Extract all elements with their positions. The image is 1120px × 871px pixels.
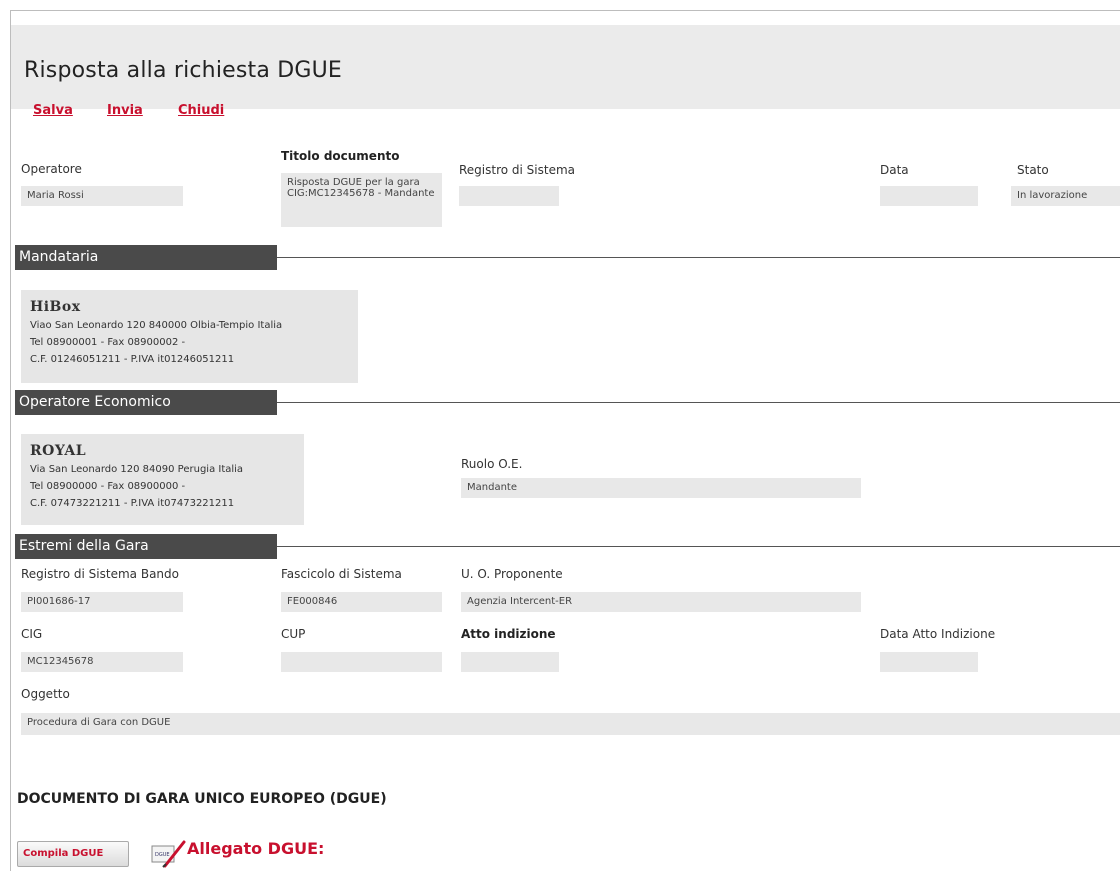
cig-label: CIG bbox=[21, 627, 43, 641]
titolo-documento-label: Titolo documento bbox=[281, 149, 400, 163]
oggetto-field: Procedura di Gara con DGUE bbox=[21, 713, 1120, 735]
registro-sistema-label: Registro di Sistema bbox=[459, 163, 576, 177]
operatore-economico-address: Via San Leonardo 120 84090 Perugia Itali… bbox=[30, 464, 244, 475]
operatore-field: Maria Rossi bbox=[21, 186, 183, 206]
registro-sistema-field bbox=[459, 186, 559, 206]
save-link[interactable]: Salva bbox=[33, 103, 73, 118]
mandataria-logo: HiBox bbox=[30, 299, 81, 315]
page-title: Risposta alla richiesta DGUE bbox=[24, 58, 343, 83]
stato-field: In lavorazione bbox=[1011, 186, 1120, 206]
mandataria-fiscal: C.F. 01246051211 - P.IVA it01246051211 bbox=[30, 354, 235, 365]
section-operatore-economico-header: Operatore Economico bbox=[15, 390, 277, 415]
data-atto-indizione-label: Data Atto Indizione bbox=[880, 627, 996, 641]
dgue-section-title: DOCUMENTO DI GARA UNICO EUROPEO (DGUE) bbox=[17, 791, 387, 807]
oggetto-label: Oggetto bbox=[21, 687, 70, 701]
mandataria-phone: Tel 08900001 - Fax 08900002 - bbox=[30, 337, 186, 348]
compila-dgue-button[interactable]: Compila DGUE bbox=[17, 841, 129, 867]
mandataria-card: HiBox Viao San Leonardo 120 840000 Olbia… bbox=[21, 290, 358, 383]
registro-bando-field: PI001686-17 bbox=[21, 592, 183, 612]
data-label: Data bbox=[880, 163, 909, 177]
svg-text:DGUE: DGUE bbox=[155, 852, 170, 858]
operatore-economico-phone: Tel 08900000 - Fax 08900000 - bbox=[30, 481, 186, 492]
section-divider bbox=[277, 257, 1120, 258]
allegato-dgue-label: Allegato DGUE: bbox=[187, 839, 325, 858]
section-mandataria-header: Mandataria bbox=[15, 245, 277, 270]
close-link[interactable]: Chiudi bbox=[178, 103, 224, 118]
ruolo-oe-field: Mandante bbox=[461, 478, 861, 498]
dgue-response-window: Risposta alla richiesta DGUE Salva Invia… bbox=[10, 10, 1120, 871]
section-divider bbox=[277, 546, 1120, 547]
signed-document-icon[interactable]: DGUE bbox=[151, 840, 187, 868]
operatore-economico-card: ROYAL Via San Leonardo 120 84090 Perugia… bbox=[21, 434, 304, 525]
cup-field bbox=[281, 652, 442, 672]
atto-indizione-label: Atto indizione bbox=[461, 627, 556, 641]
title-bar: Risposta alla richiesta DGUE bbox=[11, 25, 1120, 109]
send-link[interactable]: Invia bbox=[107, 103, 143, 118]
fascicolo-label: Fascicolo di Sistema bbox=[281, 567, 402, 581]
section-divider bbox=[277, 402, 1120, 403]
cup-label: CUP bbox=[281, 627, 306, 641]
registro-bando-label: Registro di Sistema Bando bbox=[21, 567, 179, 581]
stato-label: Stato bbox=[1017, 163, 1049, 177]
cig-field: MC12345678 bbox=[21, 652, 183, 672]
operatore-label: Operatore bbox=[21, 162, 82, 176]
atto-indizione-field bbox=[461, 652, 559, 672]
uo-proponente-field: Agenzia Intercent-ER bbox=[461, 592, 861, 612]
data-atto-indizione-field bbox=[880, 652, 978, 672]
titolo-documento-field: Risposta DGUE per la gara CIG:MC12345678… bbox=[281, 173, 442, 227]
fascicolo-field: FE000846 bbox=[281, 592, 442, 612]
section-estremi-gara-header: Estremi della Gara bbox=[15, 534, 277, 559]
operatore-economico-fiscal: C.F. 07473221211 - P.IVA it07473221211 bbox=[30, 498, 235, 509]
operatore-economico-logo: ROYAL bbox=[30, 443, 87, 459]
uo-proponente-label: U. O. Proponente bbox=[461, 567, 563, 581]
ruolo-oe-label: Ruolo O.E. bbox=[461, 457, 523, 471]
data-field bbox=[880, 186, 978, 206]
mandataria-address: Viao San Leonardo 120 840000 Olbia-Tempi… bbox=[30, 320, 283, 331]
